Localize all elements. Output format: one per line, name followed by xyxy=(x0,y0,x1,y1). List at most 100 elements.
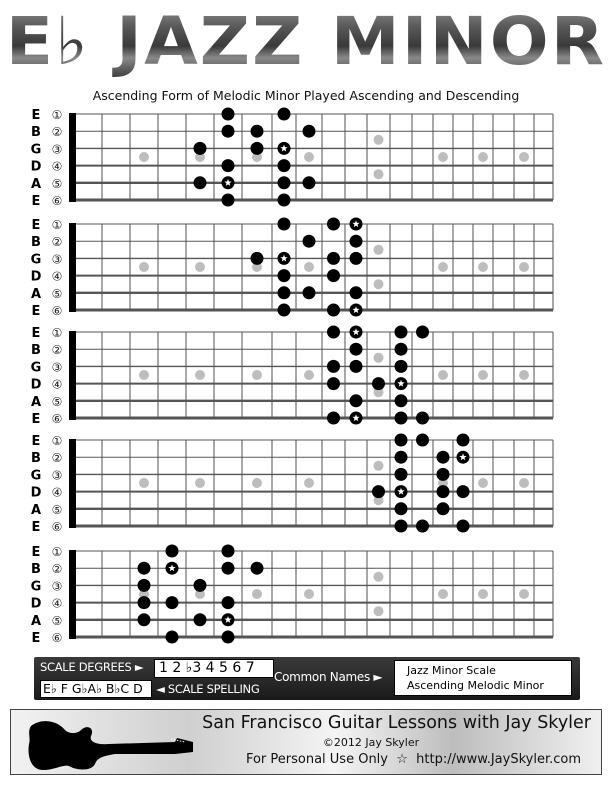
inlay-dot xyxy=(519,478,529,488)
inlay-dot xyxy=(373,606,384,617)
string-number-label: ④ xyxy=(52,378,63,392)
fretboard-position-4: E①B②G③D④A⑤E⑥ xyxy=(0,428,612,535)
string-number-label: ② xyxy=(52,125,63,139)
scale-note xyxy=(327,325,340,339)
inlay-dot xyxy=(373,571,384,582)
scale-note xyxy=(137,596,151,610)
string-number-label: ⑥ xyxy=(52,520,63,534)
common-name: Jazz Minor Scale xyxy=(407,664,496,677)
string-name-label: D xyxy=(31,378,42,393)
scale-note xyxy=(456,433,470,447)
scale-note xyxy=(221,159,235,173)
string-number-label: ② xyxy=(52,235,63,249)
inlay-dot xyxy=(195,370,205,380)
scale-note xyxy=(277,286,291,300)
string-number-label: ⑤ xyxy=(52,287,63,301)
scale-note xyxy=(221,193,235,207)
string-name-label: E xyxy=(32,434,41,449)
scale-note xyxy=(394,359,408,373)
string-name-label: E xyxy=(32,631,41,646)
string-name-label: G xyxy=(31,252,42,267)
string-number-label: ④ xyxy=(52,486,63,500)
scale-note xyxy=(416,411,429,425)
string-number-label: ⑤ xyxy=(52,614,63,628)
scale-note xyxy=(165,544,179,558)
inlay-dot xyxy=(438,152,448,162)
inlay-dot xyxy=(438,589,448,599)
inlay-dot xyxy=(519,152,529,162)
scale-note xyxy=(349,342,363,356)
inlay-dot xyxy=(519,589,529,599)
inlay-dot xyxy=(304,152,314,162)
scale-note xyxy=(372,485,385,499)
string-number-label: ③ xyxy=(52,579,63,593)
string-number-label: ⑤ xyxy=(52,395,63,409)
scale-spelling-label: ◄ SCALE SPELLING xyxy=(156,682,260,696)
scale-note xyxy=(221,124,235,138)
common-name: Ascending Melodic Minor xyxy=(407,679,544,692)
inlay-dot xyxy=(195,478,205,488)
string-name-label: A xyxy=(31,614,41,629)
string-number-label: ⑥ xyxy=(52,631,63,645)
scale-note xyxy=(394,519,408,533)
inlay-dot xyxy=(139,152,149,162)
scale-note xyxy=(456,485,470,499)
string-number-label: ④ xyxy=(52,597,63,611)
inlay-dot xyxy=(438,262,448,272)
inlay-dot xyxy=(373,279,384,290)
string-name-label: G xyxy=(31,142,42,157)
inlay-dot xyxy=(139,478,149,488)
scale-note xyxy=(416,519,429,533)
string-name-label: E xyxy=(32,108,41,123)
scale-note xyxy=(327,359,340,373)
scale-note xyxy=(436,450,450,464)
common-names-label: Common Names ► xyxy=(274,670,383,684)
page-subtitle: Ascending Form of Melodic Minor Played A… xyxy=(92,88,520,103)
string-number-label: ⑥ xyxy=(52,412,63,426)
scale-note xyxy=(137,578,151,592)
scale-note xyxy=(302,286,316,300)
string-name-label: E xyxy=(32,520,41,535)
scale-note xyxy=(327,303,340,317)
string-name-label: B xyxy=(31,562,41,577)
string-number-label: ⑥ xyxy=(52,194,63,208)
scale-note xyxy=(394,394,408,408)
string-name-label: D xyxy=(31,160,42,175)
scale-note xyxy=(221,544,235,558)
inlay-dot xyxy=(373,134,384,145)
inlay-dot xyxy=(519,370,529,380)
scale-note xyxy=(436,467,450,481)
copyright-text: ©2012 Jay Skyler xyxy=(322,736,420,749)
string-name-label: D xyxy=(31,486,42,501)
string-number-label: ③ xyxy=(52,252,63,266)
scale-note xyxy=(327,251,340,265)
scale-note xyxy=(250,141,264,155)
fretboard-position-1: E①B②G③D④A⑤E⑥ xyxy=(0,102,612,209)
string-name-label: D xyxy=(31,597,42,612)
nut xyxy=(69,223,76,312)
inlay-dot xyxy=(304,262,314,272)
fretboard-position-2: E①B②G③D④A⑤E⑥ xyxy=(0,212,612,319)
scale-note xyxy=(394,433,408,447)
footer-heading: San Francisco Guitar Lessons with Jay Sk… xyxy=(202,713,591,733)
scale-note xyxy=(221,561,235,575)
scale-note xyxy=(436,485,450,499)
scale-note xyxy=(327,217,340,231)
scale-note xyxy=(277,159,291,173)
scale-note xyxy=(394,450,408,464)
scale-note xyxy=(277,176,291,190)
inlay-dot xyxy=(252,478,262,488)
nut xyxy=(69,550,76,639)
string-name-label: E xyxy=(32,194,41,209)
scale-note xyxy=(165,630,179,644)
string-number-label: ③ xyxy=(52,360,63,374)
scale-note xyxy=(193,578,207,592)
string-name-label: B xyxy=(31,343,41,358)
scale-spelling-box: E♭ F G♭A♭ B♭C D xyxy=(40,680,152,698)
scale-note xyxy=(436,502,450,516)
inlay-dot xyxy=(139,262,149,272)
footer-usage-url[interactable]: For Personal Use Only ☆ http://www.JaySk… xyxy=(246,752,581,767)
scale-note xyxy=(327,411,340,425)
string-name-label: A xyxy=(31,287,41,302)
scale-note xyxy=(137,613,151,627)
